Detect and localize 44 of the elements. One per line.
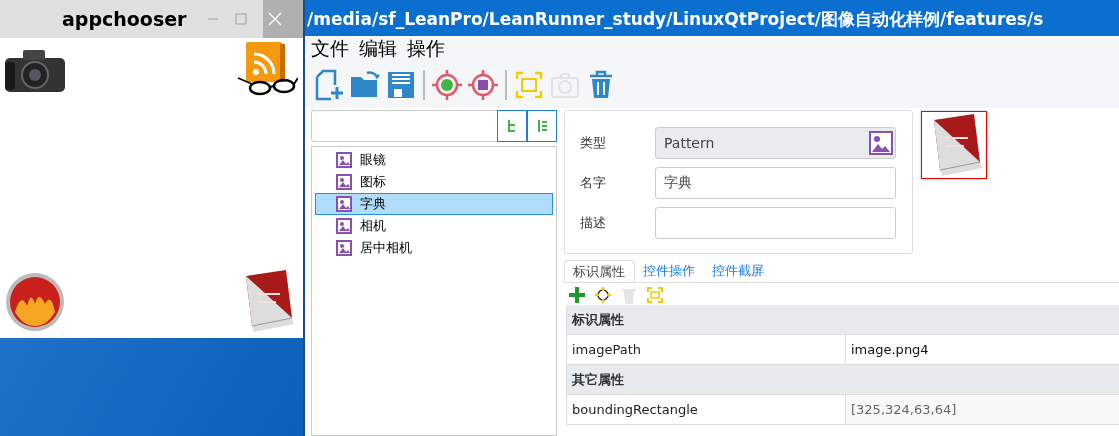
image-icon bbox=[336, 196, 352, 212]
section-header: 标识属性 bbox=[567, 305, 1119, 335]
image-icon bbox=[336, 174, 352, 190]
feed-book-glasses-icon[interactable] bbox=[236, 40, 298, 98]
property-value[interactable]: image.png4 bbox=[846, 335, 1119, 364]
image-icon bbox=[336, 240, 352, 256]
tab[interactable]: 标识属性 bbox=[564, 260, 635, 282]
tree-item[interactable]: 眼镜 bbox=[315, 149, 553, 171]
input-field[interactable] bbox=[655, 207, 896, 239]
tree-expand-icon bbox=[506, 119, 518, 133]
add-icon[interactable] bbox=[568, 286, 586, 304]
image-icon bbox=[336, 218, 352, 234]
image-icon bbox=[336, 152, 352, 168]
window-title: /media/sf_LeanPro/LeanRunner_study/LinuxQtProject/图像自动化样例/features/s bbox=[305, 0, 1119, 36]
menu-item[interactable]: 编辑 bbox=[359, 36, 397, 62]
tree-list-icon bbox=[536, 119, 548, 133]
flame-ball-icon[interactable] bbox=[5, 272, 65, 332]
property-name: imagePath bbox=[567, 335, 846, 364]
input-field[interactable]: 字典 bbox=[655, 167, 896, 199]
collapse-tree-button[interactable] bbox=[527, 110, 557, 142]
save-icon[interactable] bbox=[385, 69, 417, 101]
close-icon bbox=[268, 12, 282, 26]
tree-item[interactable]: 居中相机 bbox=[315, 237, 553, 259]
new-file-icon[interactable] bbox=[313, 69, 345, 101]
field-label: 描述 bbox=[580, 214, 607, 232]
tree-item[interactable]: 相机 bbox=[315, 215, 553, 237]
property-value[interactable]: [325,324,63,64] bbox=[846, 395, 1119, 424]
search-field[interactable] bbox=[311, 110, 497, 142]
section-header: 其它属性 bbox=[567, 365, 1119, 395]
image-icon[interactable] bbox=[869, 131, 893, 155]
menu-item[interactable]: 文件 bbox=[311, 36, 349, 62]
qt-target-icon[interactable] bbox=[431, 69, 463, 101]
tree-item[interactable]: 字典 bbox=[315, 193, 553, 215]
expand-tree-button[interactable] bbox=[497, 110, 527, 142]
input-field[interactable]: Pattern bbox=[655, 127, 896, 159]
image-target-icon[interactable] bbox=[467, 69, 499, 101]
field-label: 类型 bbox=[580, 134, 607, 152]
window-title: appchooser bbox=[62, 8, 187, 30]
tab[interactable]: 控件截屏 bbox=[704, 260, 773, 282]
tree-item[interactable]: 图标 bbox=[315, 171, 553, 193]
menu-item[interactable]: 操作 bbox=[407, 36, 445, 62]
field-label: 名字 bbox=[580, 174, 607, 192]
tab[interactable]: 控件操作 bbox=[635, 260, 704, 282]
locate-icon[interactable] bbox=[594, 286, 612, 304]
